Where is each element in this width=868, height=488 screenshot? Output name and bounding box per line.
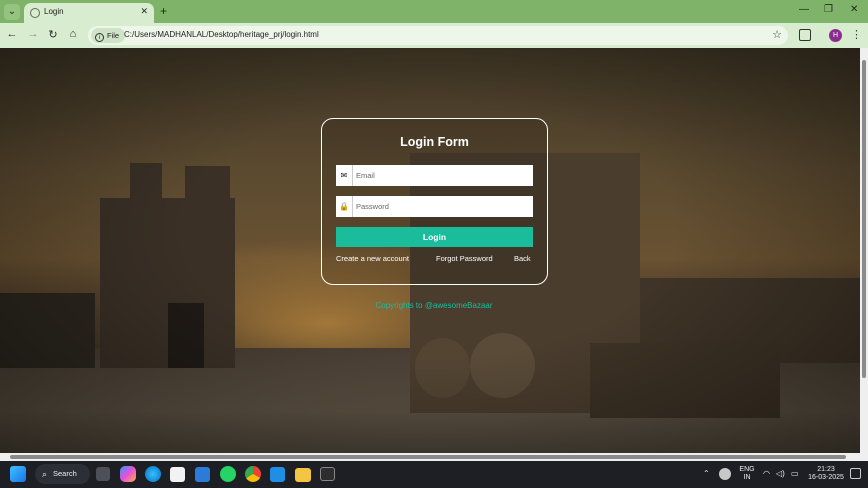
volume-icon[interactable]: ◁) bbox=[776, 469, 785, 478]
copilot-icon[interactable] bbox=[120, 466, 136, 482]
home-icon[interactable]: ⌂ bbox=[66, 28, 80, 40]
vertical-scroll-thumb[interactable] bbox=[862, 60, 866, 378]
tab-title: Login bbox=[44, 7, 64, 16]
login-form: Login Form ✉ 🔒 Login Create a new accoun… bbox=[321, 118, 548, 285]
edge-icon[interactable] bbox=[145, 466, 161, 482]
reload-icon[interactable]: ↻ bbox=[46, 28, 60, 41]
tab-search-menu-button[interactable]: ⌄ bbox=[4, 4, 20, 20]
whatsapp-icon[interactable] bbox=[220, 466, 236, 482]
forward-arrow-icon[interactable]: → bbox=[26, 28, 40, 40]
bookmark-star-icon[interactable]: ☆ bbox=[772, 28, 782, 41]
extensions-icon[interactable] bbox=[799, 29, 811, 41]
login-title: Login Form bbox=[400, 135, 469, 149]
terminal-icon[interactable] bbox=[320, 467, 335, 481]
battery-icon[interactable]: ▭ bbox=[791, 469, 799, 478]
wifi-icon[interactable]: ◠ bbox=[763, 469, 770, 478]
tab-login[interactable]: Login ✕ bbox=[24, 3, 154, 23]
password-input[interactable] bbox=[356, 199, 526, 214]
tray-overflow-icon[interactable]: ⌃ bbox=[703, 469, 710, 478]
language-indicator[interactable]: ENG IN bbox=[737, 466, 757, 482]
windows-taskbar: ⌕ Search ⌃ ENG IN ◠ ◁) ▭ 21:23 16-03-202… bbox=[0, 461, 868, 488]
search-label: Search bbox=[53, 469, 77, 478]
clock-date: 16-03-2025 bbox=[808, 474, 844, 481]
taskbar-search[interactable]: ⌕ Search bbox=[35, 464, 90, 484]
vscode-icon[interactable] bbox=[270, 467, 285, 482]
clock-time: 21:23 bbox=[817, 466, 835, 473]
back-arrow-icon[interactable]: ← bbox=[5, 28, 19, 40]
restore-button[interactable]: ❐ bbox=[824, 4, 833, 15]
site-info-chip[interactable]: i File bbox=[91, 28, 126, 43]
language-code: ENG bbox=[739, 466, 755, 473]
envelope-icon: ✉ bbox=[336, 165, 353, 186]
clock[interactable]: 21:23 16-03-2025 bbox=[805, 466, 847, 482]
back-link[interactable]: Back bbox=[514, 254, 531, 263]
address-bar[interactable]: i File C:/Users/MADHANLAL/Desktop/heritag… bbox=[88, 26, 788, 45]
task-view-icon[interactable] bbox=[96, 467, 110, 481]
email-input[interactable] bbox=[356, 168, 526, 183]
tray-app-icon[interactable] bbox=[719, 468, 731, 480]
minimize-button[interactable]: — bbox=[799, 4, 809, 15]
store-icon[interactable] bbox=[170, 467, 185, 482]
forgot-password-link[interactable]: Forgot Password bbox=[436, 254, 493, 263]
chrome-icon[interactable] bbox=[245, 466, 261, 482]
browser-menu-icon[interactable]: ⋮ bbox=[851, 28, 862, 41]
globe-icon bbox=[30, 8, 40, 18]
windows-start-icon[interactable] bbox=[10, 466, 26, 482]
horizontal-scroll-thumb[interactable] bbox=[10, 455, 846, 459]
notification-icon[interactable] bbox=[850, 468, 861, 479]
copyright-text: Copyrights to @awesomeBazaar bbox=[375, 301, 493, 310]
login-button[interactable]: Login bbox=[336, 227, 533, 247]
login-links: Create a new account Forgot Password Bac… bbox=[336, 254, 533, 266]
region-code: IN bbox=[743, 474, 751, 481]
chip-label: File bbox=[107, 31, 120, 40]
close-window-button[interactable]: ✕ bbox=[850, 4, 858, 15]
email-field[interactable]: ✉ bbox=[336, 165, 533, 186]
password-field[interactable]: 🔒 bbox=[336, 196, 533, 217]
close-tab-icon[interactable]: ✕ bbox=[140, 6, 148, 17]
lock-icon: 🔒 bbox=[336, 196, 353, 217]
create-account-link[interactable]: Create a new account bbox=[336, 254, 409, 263]
url-text[interactable]: C:/Users/MADHANLAL/Desktop/heritage_prj/… bbox=[124, 30, 319, 39]
new-tab-button[interactable]: + bbox=[160, 4, 167, 18]
calculator-icon[interactable] bbox=[195, 467, 210, 482]
info-icon: i bbox=[95, 33, 104, 42]
profile-avatar[interactable]: H bbox=[829, 29, 842, 42]
file-explorer-icon[interactable] bbox=[295, 468, 311, 482]
browser-toolbar: ← → ↻ ⌂ i File C:/Users/MADHANLAL/Desktop… bbox=[0, 23, 868, 48]
browser-tab-strip: ⌄ Login ✕ + — ❐ ✕ bbox=[0, 0, 868, 23]
search-icon: ⌕ bbox=[42, 469, 48, 479]
